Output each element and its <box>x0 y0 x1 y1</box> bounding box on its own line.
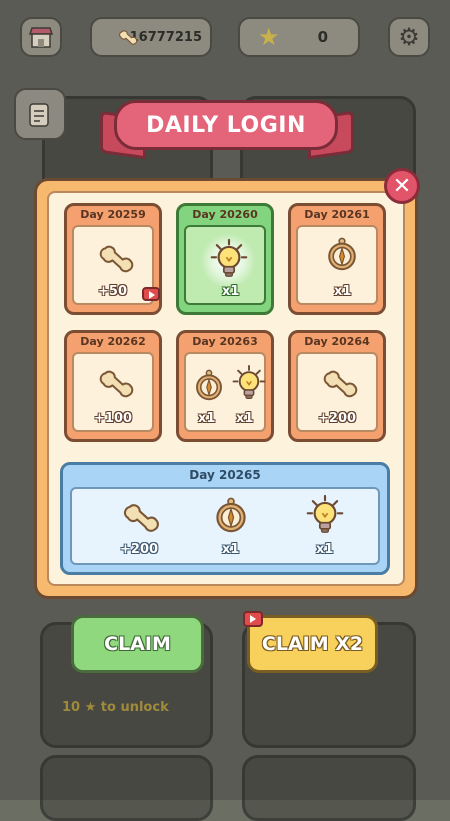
unlock-hint: 10 ★ to unlock <box>62 700 169 715</box>
clipboard-icon <box>29 103 49 127</box>
star-value: 0 <box>317 28 328 46</box>
shop-button[interactable] <box>20 17 62 57</box>
close-button[interactable]: ✕ <box>384 168 420 204</box>
daily-login-ribbon: DAILY LOGIN <box>100 96 354 162</box>
compass-icon <box>214 495 248 535</box>
reward-amount: x1 <box>222 284 240 299</box>
reward-amount-compass: x1 <box>198 411 216 426</box>
day-label: Day 20263 <box>192 335 258 348</box>
video-ad-icon <box>142 287 160 301</box>
claim-x2-button[interactable]: CLAIM X2 <box>247 615 378 673</box>
reward-slot: +100 <box>72 352 154 432</box>
settings-button[interactable]: ⚙ <box>388 17 430 57</box>
coin-counter: 16777215 <box>90 17 212 57</box>
day-card-5[interactable]: Day 20263 x1 x1 <box>176 330 274 442</box>
dialog-title: DAILY LOGIN <box>114 100 338 150</box>
close-icon: ✕ <box>392 173 412 199</box>
reward-slot: x1 <box>296 225 378 305</box>
day-label: Day 20264 <box>304 335 370 348</box>
star-counter: ★ 0 <box>238 17 360 57</box>
day-label: Day 20265 <box>189 468 261 482</box>
bone-icon <box>118 499 168 535</box>
bone-icon <box>94 366 142 400</box>
star-icon: ★ <box>258 23 280 51</box>
day-card-3[interactable]: Day 20261 x1 <box>288 203 386 315</box>
reward-slot: x1 x1 <box>184 352 266 432</box>
day-card-7[interactable]: Day 20265 +200 x1 x1 <box>60 462 390 575</box>
reward-slot: +50 <box>72 225 160 305</box>
reward-slot: +200 x1 x1 <box>70 487 380 565</box>
tasks-button[interactable] <box>14 88 66 140</box>
compass-icon <box>194 368 224 402</box>
shop-icon <box>28 27 54 48</box>
bone-icon <box>94 241 142 275</box>
reward-amount: +100 <box>94 411 133 426</box>
day-label: Day 20260 <box>192 208 258 221</box>
reward-amount: +200 <box>318 411 357 426</box>
reward-amount-bone: +200 <box>120 542 159 557</box>
reward-amount-bulb: x1 <box>236 411 254 426</box>
top-bar: 16777215 ★ 0 ⚙ <box>0 17 450 59</box>
video-ad-icon <box>243 611 263 627</box>
bone-icon <box>318 366 366 400</box>
reward-amount-compass: x1 <box>222 542 240 557</box>
day-label: Day 20261 <box>304 208 370 221</box>
bulb-icon <box>232 364 266 402</box>
reward-slot: x1 <box>184 225 266 305</box>
reward-amount: +50 <box>98 284 127 299</box>
reward-amount-bulb: x1 <box>316 542 334 557</box>
day-card-4[interactable]: Day 20262 +100 <box>64 330 162 442</box>
gear-icon: ⚙ <box>398 23 420 51</box>
bulb-icon <box>210 237 248 281</box>
day-card-6[interactable]: Day 20264 +200 <box>288 330 386 442</box>
day-card-1[interactable]: Day 20259 +50 <box>64 203 162 315</box>
claim-button[interactable]: CLAIM <box>71 615 204 673</box>
day-label: Day 20262 <box>80 335 146 348</box>
reward-slot: +200 <box>296 352 378 432</box>
compass-icon <box>326 235 358 273</box>
day-card-2-claimable[interactable]: Day 20260 x1 <box>176 203 274 315</box>
day-label: Day 20259 <box>80 208 146 221</box>
bulb-icon <box>306 493 344 537</box>
bone-coin-icon <box>116 28 142 46</box>
reward-amount: x1 <box>334 284 352 299</box>
